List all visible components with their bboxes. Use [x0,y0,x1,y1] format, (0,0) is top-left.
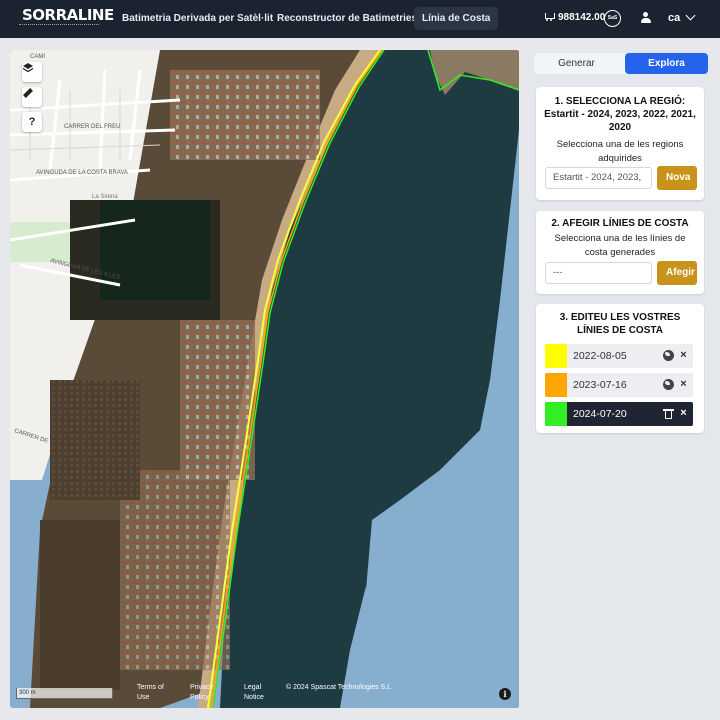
edit-coastlines-card: 3. EDITEU LES VOSTRES LÍNIES DE COSTA 20… [536,304,704,433]
coastline-date: 2024-07-20 [573,408,627,420]
street-label-costa-brava: AVINGUDA DE LA COSTA BRAVA [36,170,128,176]
coastline-select[interactable]: --- [545,262,652,284]
language-selector[interactable]: ca [668,12,680,24]
mode-tabs: Generar Explora [534,53,708,74]
coastline-date: 2022-08-05 [573,350,627,362]
nav-satellite-bathymetry[interactable]: Batimetria Derivada per Satèl·lit [114,7,281,30]
layers-button[interactable] [22,62,42,82]
credits-value: 988142.00 [558,12,606,23]
add-coastline-title: 2. AFEGIR LÍNIES DE COSTA [551,218,689,229]
globe-icon[interactable] [663,350,674,361]
chevron-down-icon[interactable] [685,10,696,21]
tab-generar[interactable]: Generar [534,53,619,74]
ruler-button[interactable] [22,87,42,107]
nav-coastline[interactable]: Línia de Costa [414,7,499,30]
top-navbar: SORRALINE Batimetria Derivada per Satèl·… [0,0,720,38]
color-swatch[interactable] [545,344,567,368]
color-swatch[interactable] [545,402,567,426]
color-swatch[interactable] [545,373,567,397]
add-coastline-button[interactable]: Afegir [657,261,697,285]
map-view[interactable]: CARRER DEL FREU AVINGUDA DE LA COSTA BRA… [10,50,519,708]
edit-coastlines-title: 3. EDITEU LES VOSTRES LÍNIES DE COSTA [559,312,681,336]
logo[interactable]: SORRALINE [22,6,114,24]
help-button[interactable]: ? [22,112,42,132]
select-region-card: 1. SELECCIONA LA REGIÓ: Estartit - 2024,… [536,87,704,200]
coin-icon: SaS [604,10,621,27]
ruler-icon [23,88,33,98]
add-coastline-card: 2. AFEGIR LÍNIES DE COSTA Selecciona una… [536,211,704,294]
add-coastline-description: Selecciona una de les línies de costa ge… [554,233,686,258]
credits-balance[interactable]: 988142.00 [544,12,605,23]
tab-explora[interactable]: Explora [625,53,708,74]
coastline-date: 2023-07-16 [573,379,627,391]
info-icon[interactable]: i [499,688,511,700]
place-label-sirena: La Sirena [92,194,118,200]
satellite-imagery: CARRER DEL FREU AVINGUDA DE LA COSTA BRA… [10,50,519,708]
street-label-frau: CARRER DEL FREU [64,124,120,130]
trash-icon[interactable] [663,408,674,419]
coastline-row-selected[interactable]: 2024-07-20 × [545,402,693,426]
close-icon[interactable]: × [678,379,689,390]
coastline-row[interactable]: 2022-08-05 × [545,344,693,368]
new-region-button[interactable]: Nova [657,166,697,190]
street-label-cami: CAMI [30,54,45,60]
layers-icon [22,63,34,73]
region-select[interactable]: Estartit - 2024, 2023, [545,167,652,189]
close-icon[interactable]: × [678,408,689,419]
logo-underline [19,24,99,26]
nav-bathymetry-reconstructor[interactable]: Reconstructor de Batimetries [269,7,425,30]
close-icon[interactable]: × [678,350,689,361]
coastline-row[interactable]: 2023-07-16 × [545,373,693,397]
select-region-title: 1. SELECCIONA LA REGIÓ: Estartit - 2024,… [544,96,696,133]
user-icon[interactable] [641,12,651,24]
scale-bar: 300 m [16,688,113,699]
sidebar-panel: Generar Explora 1. SELECCIONA LA REGIÓ: … [531,50,711,710]
globe-icon[interactable] [663,379,674,390]
select-region-description: Selecciona una de les regions adquirides [556,139,684,164]
cart-icon [544,13,555,22]
